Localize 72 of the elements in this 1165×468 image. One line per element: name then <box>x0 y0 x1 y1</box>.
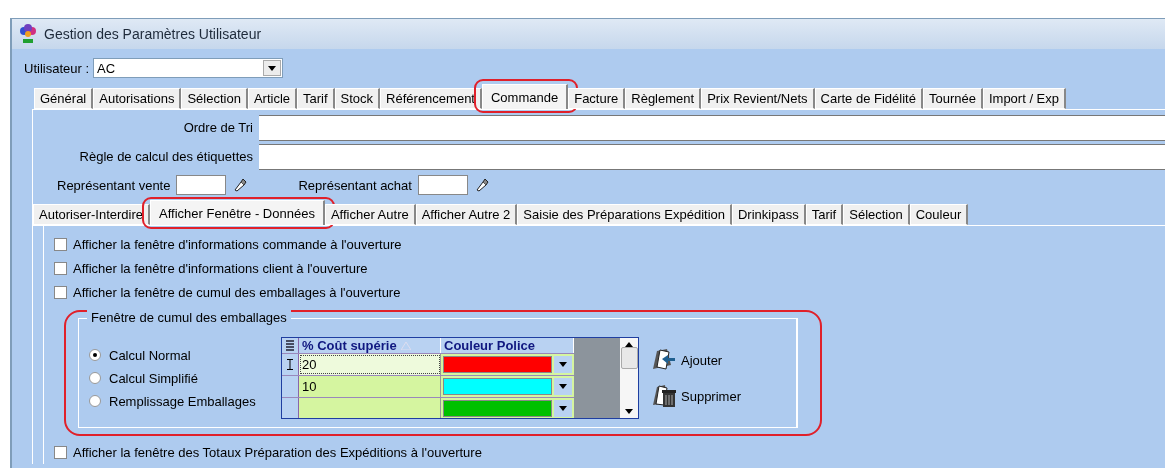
tab[interactable]: Article <box>247 88 297 109</box>
tab[interactable]: Sélection <box>843 204 910 225</box>
flower-icon <box>18 24 38 44</box>
column-chooser-icon[interactable] <box>286 339 294 352</box>
table-cell[interactable]: 10 <box>299 376 441 397</box>
tab[interactable]: Carte de Fidélité <box>814 88 923 109</box>
picker-icon[interactable] <box>232 177 249 193</box>
scrollbar[interactable] <box>620 338 638 418</box>
checkbox[interactable] <box>54 445 67 459</box>
checkbox[interactable] <box>54 237 67 251</box>
input-field[interactable] <box>259 143 1165 170</box>
table-cell[interactable] <box>299 398 441 418</box>
field-label: Représentant achat <box>298 177 412 193</box>
field-label: Règle de calcul des étiquettes <box>78 149 254 164</box>
tab[interactable]: Commande <box>482 84 569 109</box>
caret-icon[interactable] <box>559 384 567 389</box>
tab[interactable]: Autoriser-Interdire <box>33 204 151 225</box>
tab[interactable]: Autorisations <box>93 88 182 109</box>
text-cursor-icon <box>287 359 293 370</box>
radio-button[interactable] <box>89 372 101 384</box>
radio-label: Remplissage Emballages <box>109 393 256 409</box>
tab[interactable]: Drinkipass <box>732 204 806 225</box>
tab[interactable]: Couleur <box>909 204 969 225</box>
input-field[interactable] <box>417 175 468 195</box>
column-header[interactable]: % Coût supérie <box>299 338 441 353</box>
checkbox[interactable] <box>54 285 67 299</box>
tab[interactable]: Référencement <box>380 88 482 109</box>
tab[interactable]: Saisie des Préparations Expédition <box>517 204 732 225</box>
scroll-down-icon[interactable] <box>625 409 633 414</box>
caret-icon <box>268 65 277 71</box>
tab[interactable]: Règlement <box>625 88 702 109</box>
checkbox-label: Afficher la fenêtre d'informations commande à l'ouverture <box>73 236 402 252</box>
tab[interactable]: Prix Revient/Nets <box>701 88 815 109</box>
document-arrow-icon <box>651 347 677 373</box>
checkbox[interactable] <box>54 261 67 275</box>
tab[interactable]: Général <box>34 88 94 109</box>
color-swatch[interactable] <box>443 356 552 373</box>
tab[interactable]: Sélection <box>181 88 248 109</box>
radio-button[interactable] <box>89 349 101 361</box>
field-label: Ordre de Tri <box>182 120 254 135</box>
tab[interactable]: Tarif <box>297 88 335 109</box>
input-field[interactable] <box>259 114 1165 141</box>
delete-button[interactable]: Supprimer <box>651 383 741 409</box>
trash-icon <box>651 383 677 409</box>
caret-icon[interactable] <box>559 362 567 367</box>
checkbox-label: Afficher la fenêtre d'informations client à l'ouverture <box>73 260 368 276</box>
tab[interactable]: Afficher Autre <box>324 204 416 225</box>
column-header[interactable]: Couleur Police <box>441 338 574 353</box>
tab[interactable]: Stock <box>334 88 381 109</box>
color-swatch[interactable] <box>443 378 552 395</box>
radio-label: Calcul Simplifié <box>109 370 198 386</box>
add-button[interactable]: Ajouter <box>651 347 741 373</box>
checkbox-label: Afficher la fenêtre de cumul des emballages à l'ouverture <box>73 284 401 300</box>
radio-button[interactable] <box>89 395 101 407</box>
tab[interactable]: Import / Exp <box>982 88 1066 109</box>
tab[interactable]: Afficher Autre 2 <box>415 204 518 225</box>
window-title: Gestion des Paramètres Utilisateur <box>44 26 262 42</box>
tab[interactable]: Facture <box>568 88 626 109</box>
input-field[interactable] <box>176 175 227 195</box>
radio-label: Calcul Normal <box>109 347 191 363</box>
sort-icon <box>400 341 411 350</box>
tab[interactable]: Afficher Fenêtre - Données <box>150 200 325 225</box>
table-cell[interactable]: 20 <box>299 354 441 375</box>
group-title: Fenêtre de cumul des emballages <box>87 310 291 325</box>
tab[interactable]: Tournée <box>922 88 983 109</box>
user-label: Utilisateur : <box>24 60 90 76</box>
tab[interactable]: Tarif <box>805 204 844 225</box>
caret-icon[interactable] <box>559 406 567 411</box>
user-dropdown[interactable]: AC <box>93 58 284 78</box>
color-swatch[interactable] <box>443 400 552 417</box>
checkbox-label: Afficher la fenêtre des Totaux Préparation des Expéditions à l'ouverture <box>73 444 482 460</box>
field-label: Représentant vente <box>57 177 171 193</box>
